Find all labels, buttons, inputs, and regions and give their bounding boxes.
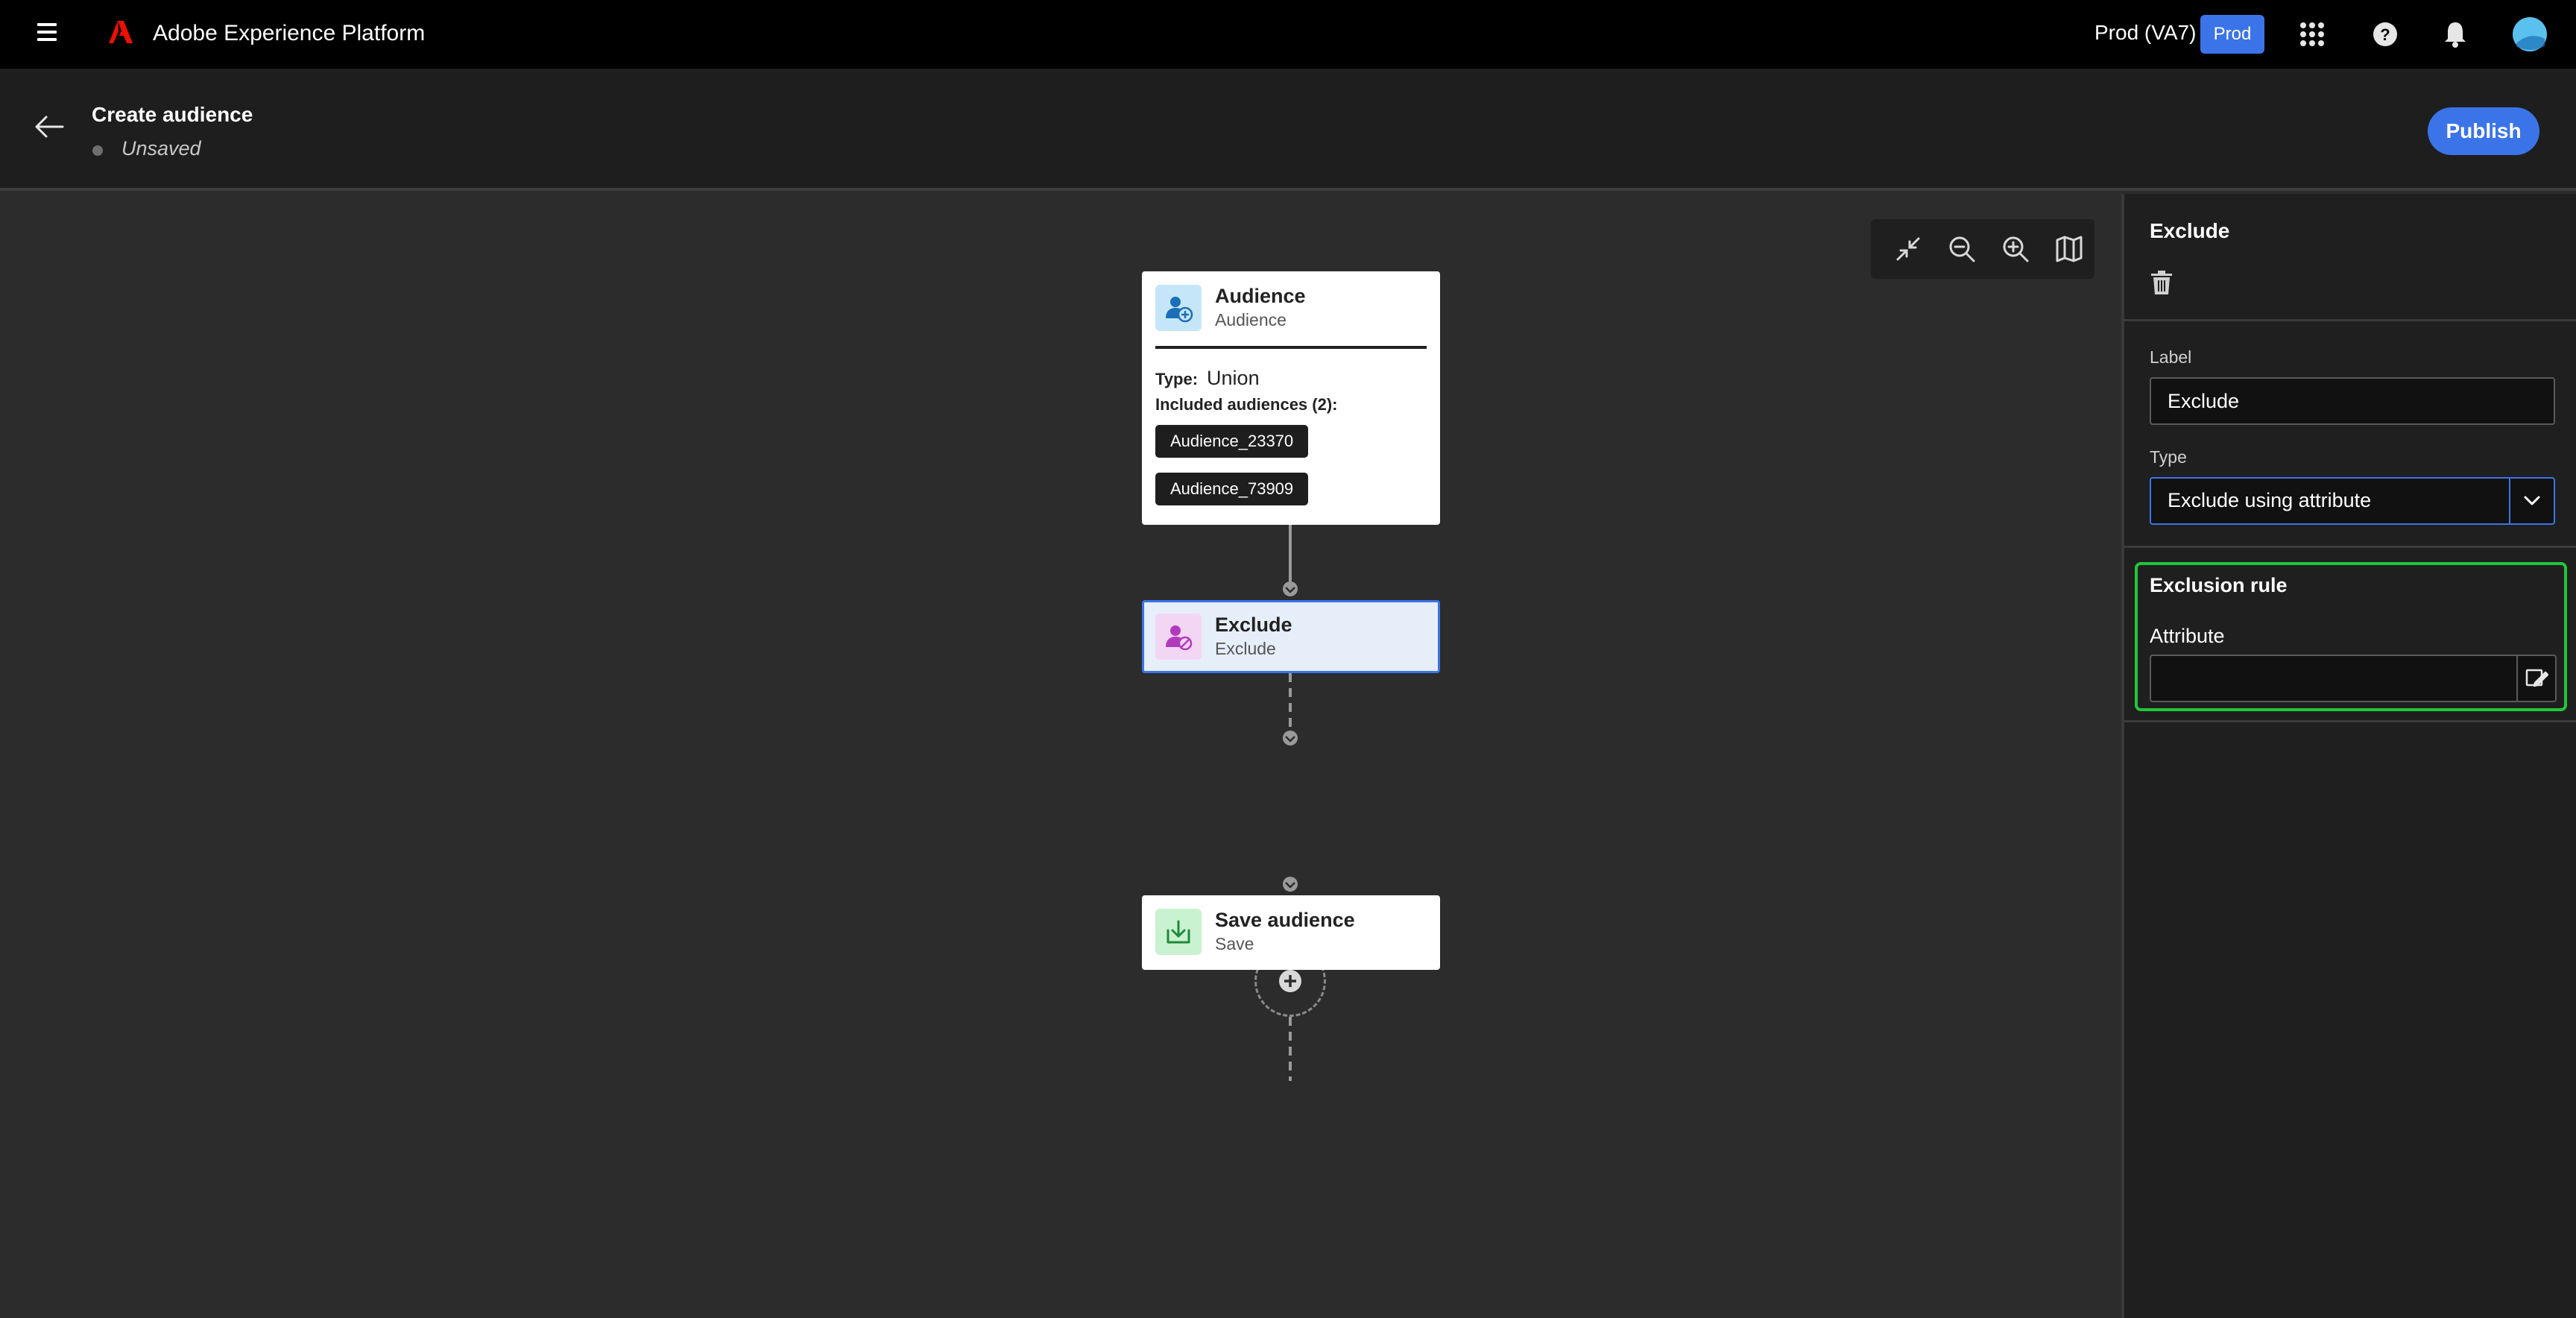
attribute-input[interactable] — [2150, 655, 2518, 702]
hamburger-menu-icon[interactable] — [37, 23, 58, 41]
exclude-person-icon — [1155, 614, 1202, 660]
node-title: Exclude — [1215, 614, 1292, 636]
panel-divider — [2124, 546, 2576, 548]
label-input[interactable] — [2150, 377, 2555, 425]
top-navigation-bar: Adobe Experience Platform Prod (VA7) Pro… — [0, 0, 2576, 69]
publish-button[interactable]: Publish — [2428, 107, 2539, 155]
node-title: Save audience — [1215, 909, 1355, 931]
type-field-label: Type — [2150, 447, 2187, 467]
exclude-node[interactable]: Exclude Exclude — [1142, 600, 1440, 673]
zoom-in-icon[interactable] — [2001, 234, 2030, 264]
audience-chip[interactable]: Audience_73909 — [1155, 473, 1309, 505]
canvas-toolbar — [1871, 219, 2094, 279]
adobe-logo[interactable] — [109, 21, 133, 47]
node-title: Audience — [1215, 285, 1306, 307]
org-switcher[interactable]: Prod (VA7) — [2094, 21, 2196, 45]
back-arrow-icon[interactable] — [34, 115, 64, 139]
node-subtitle: Audience — [1215, 310, 1287, 330]
attribute-label: Attribute — [2150, 625, 2225, 647]
type-label: Type: — [1155, 370, 1199, 388]
type-value: Union — [1207, 367, 1260, 389]
node-subtitle: Save — [1215, 934, 1254, 953]
minimap-icon[interactable] — [2054, 234, 2084, 264]
save-download-icon — [1155, 909, 1202, 955]
properties-panel: Exclude Label Type Exclude using attribu… — [2121, 194, 2576, 1318]
connector-chevron-icon — [1283, 877, 1298, 892]
audience-chip[interactable]: Audience_23370 — [1155, 425, 1309, 458]
add-circle-icon — [1279, 970, 1301, 992]
exclusion-rule-title: Exclusion rule — [2150, 574, 2288, 596]
exclusion-rule-section: Exclusion rule Attribute — [2135, 562, 2567, 711]
audience-node[interactable]: Audience Audience Type: Union Included au… — [1142, 271, 1440, 525]
node-divider — [1155, 346, 1427, 349]
collapse-icon[interactable] — [1893, 234, 1923, 264]
node-subtitle: Exclude — [1215, 639, 1276, 658]
user-avatar[interactable] — [2512, 16, 2548, 52]
environment-badge[interactable]: Prod — [2200, 15, 2264, 54]
type-select[interactable]: Exclude using attribute — [2150, 477, 2555, 525]
help-icon[interactable]: ? — [2370, 19, 2400, 49]
status-dot-icon — [92, 145, 103, 156]
panel-title: Exclude — [2150, 219, 2230, 242]
delete-trash-icon[interactable] — [2150, 270, 2174, 295]
chevron-down-icon[interactable] — [2509, 479, 2554, 523]
panel-divider — [2124, 720, 2576, 722]
app-switcher-grid-icon[interactable] — [2297, 19, 2327, 49]
composition-canvas[interactable]: Audience Audience Type: Union Included au… — [0, 194, 2121, 1318]
included-audiences-label: Included audiences (2): — [1155, 395, 1338, 414]
node-type-row: Type: Union — [1155, 367, 1260, 390]
panel-divider — [2124, 319, 2576, 321]
audience-add-icon — [1155, 285, 1202, 331]
connector-chevron-icon — [1283, 581, 1298, 596]
svg-text:?: ? — [2380, 25, 2390, 44]
connector-line-dashed — [1289, 1017, 1292, 1081]
type-select-value: Exclude using attribute — [2168, 489, 2372, 511]
app-title[interactable]: Adobe Experience Platform — [153, 21, 425, 46]
page-header: Create audience Unsaved Publish — [0, 69, 2576, 191]
connector-chevron-icon — [1283, 731, 1298, 745]
notifications-bell-icon[interactable] — [2440, 19, 2470, 49]
save-audience-node[interactable]: Save audience Save — [1142, 895, 1440, 970]
page-title: Create audience — [92, 103, 253, 126]
edit-attribute-icon[interactable] — [2518, 655, 2557, 702]
label-field-label: Label — [2150, 347, 2192, 367]
zoom-out-icon[interactable] — [1947, 234, 1977, 264]
save-status: Unsaved — [121, 137, 201, 160]
